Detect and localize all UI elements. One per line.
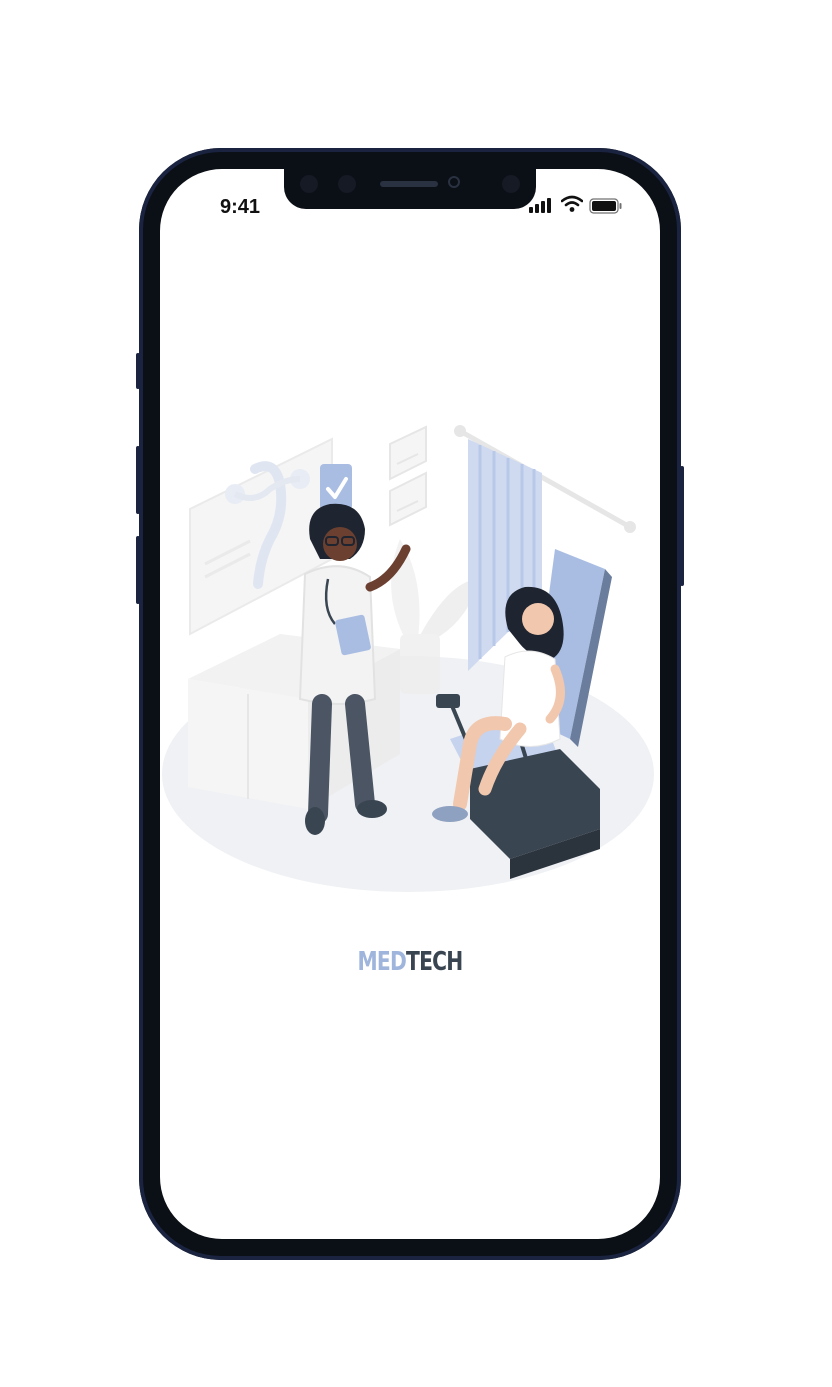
volume-down-button <box>136 536 140 604</box>
brand-part-tech: TECH <box>406 947 463 977</box>
wifi-icon <box>561 195 583 212</box>
mute-switch <box>136 353 140 389</box>
battery-icon <box>589 198 622 214</box>
power-button <box>680 466 684 586</box>
front-camera <box>448 176 460 188</box>
status-time: 9:41 <box>220 196 261 218</box>
notch <box>284 169 536 209</box>
phone-frame: 9:41 MEDTECH <box>136 148 684 1260</box>
sensor-dot <box>338 175 356 193</box>
speaker-grille <box>380 181 438 187</box>
brand-wordmark: MEDTECH <box>215 947 605 977</box>
brand-part-med: MED <box>357 947 407 977</box>
doctor-patient-illustration <box>162 425 654 892</box>
wall-frames <box>389 425 427 527</box>
splash-screen[interactable]: 9:41 MEDTECH <box>160 169 660 1239</box>
sensor-dot <box>300 175 318 193</box>
sensor-dot <box>502 175 520 193</box>
signal-icon <box>529 198 551 213</box>
volume-up-button <box>136 446 140 514</box>
stage: 9:41 MEDTECH <box>0 0 832 1387</box>
status-icons <box>529 195 629 217</box>
check-badge-icon <box>320 464 352 510</box>
